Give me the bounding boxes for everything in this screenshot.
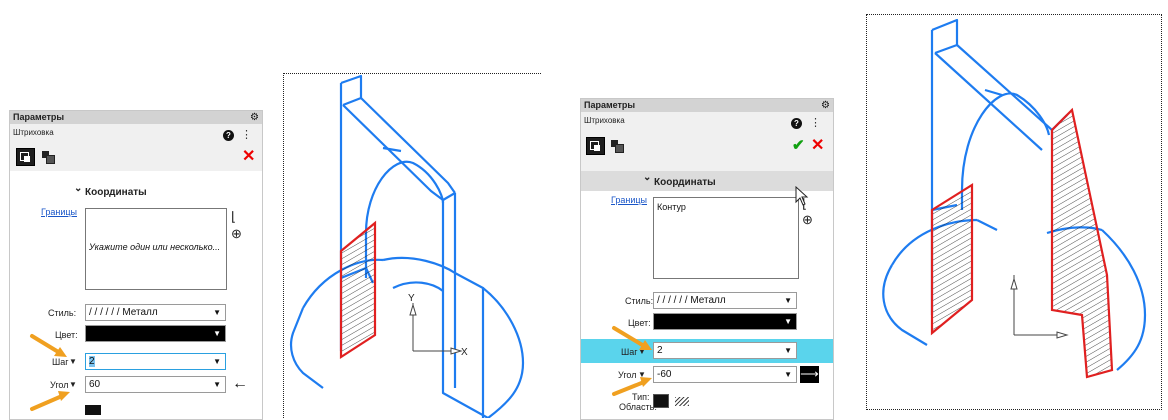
boundaries-link[interactable]: Границы bbox=[611, 195, 647, 205]
boundaries-box[interactable]: Контур bbox=[653, 197, 799, 279]
section-toggle-icon[interactable]: ⌄ bbox=[643, 172, 651, 183]
help-icon[interactable]: ? bbox=[223, 130, 234, 141]
mouse-cursor-icon bbox=[795, 186, 809, 206]
chevron-down-icon: ▼ bbox=[784, 346, 792, 355]
chevron-down-icon: ▼ bbox=[784, 370, 792, 379]
angle-direction-button[interactable]: ⟶ bbox=[800, 366, 819, 383]
panel-title: Параметры bbox=[581, 99, 833, 112]
help-icon[interactable]: ? bbox=[791, 118, 802, 129]
close-icon[interactable]: ✕ bbox=[811, 138, 824, 154]
axis-y-label: Y bbox=[408, 293, 415, 304]
tree-icon[interactable]: ⋮ bbox=[810, 116, 821, 129]
annotation-arrows-left bbox=[30, 334, 70, 411]
pick-contour-icon[interactable]: ⊕ bbox=[231, 227, 242, 240]
tree-icon[interactable]: ⋮ bbox=[241, 128, 252, 141]
chevron-down-icon: ▼ bbox=[213, 308, 221, 317]
part-drawing-2 bbox=[882, 18, 1147, 379]
chevron-down-icon: ▼ bbox=[213, 329, 221, 338]
chevron-down-icon: ▼ bbox=[784, 296, 792, 305]
chevron-down-icon: ▼ bbox=[213, 380, 221, 389]
axis-x-label: X bbox=[461, 347, 468, 358]
pick-contour-icon[interactable]: ⊕ bbox=[802, 213, 813, 226]
chevron-down-icon: ▼ bbox=[784, 317, 792, 326]
gear-icon[interactable]: ⚙ bbox=[821, 99, 830, 112]
hatch-mode-button[interactable] bbox=[586, 137, 605, 155]
ok-icon[interactable]: ✔ bbox=[792, 138, 805, 154]
chevron-down-icon: ▼ bbox=[213, 357, 221, 366]
close-icon[interactable]: ✕ bbox=[242, 149, 255, 165]
fill-mode-button[interactable] bbox=[611, 140, 624, 153]
gear-icon[interactable]: ⚙ bbox=[250, 111, 259, 124]
angle-direction-arrow[interactable]: ← bbox=[232, 375, 248, 393]
panel-subtitle: Штриховка bbox=[584, 116, 625, 125]
corner-icon[interactable]: ⌊ bbox=[231, 210, 236, 223]
section-coordinates[interactable]: Координаты bbox=[654, 177, 716, 188]
part-drawing-1: Y X bbox=[289, 74, 525, 418]
boundaries-value: Контур bbox=[657, 202, 686, 212]
annotation-arrows-right bbox=[612, 326, 652, 396]
